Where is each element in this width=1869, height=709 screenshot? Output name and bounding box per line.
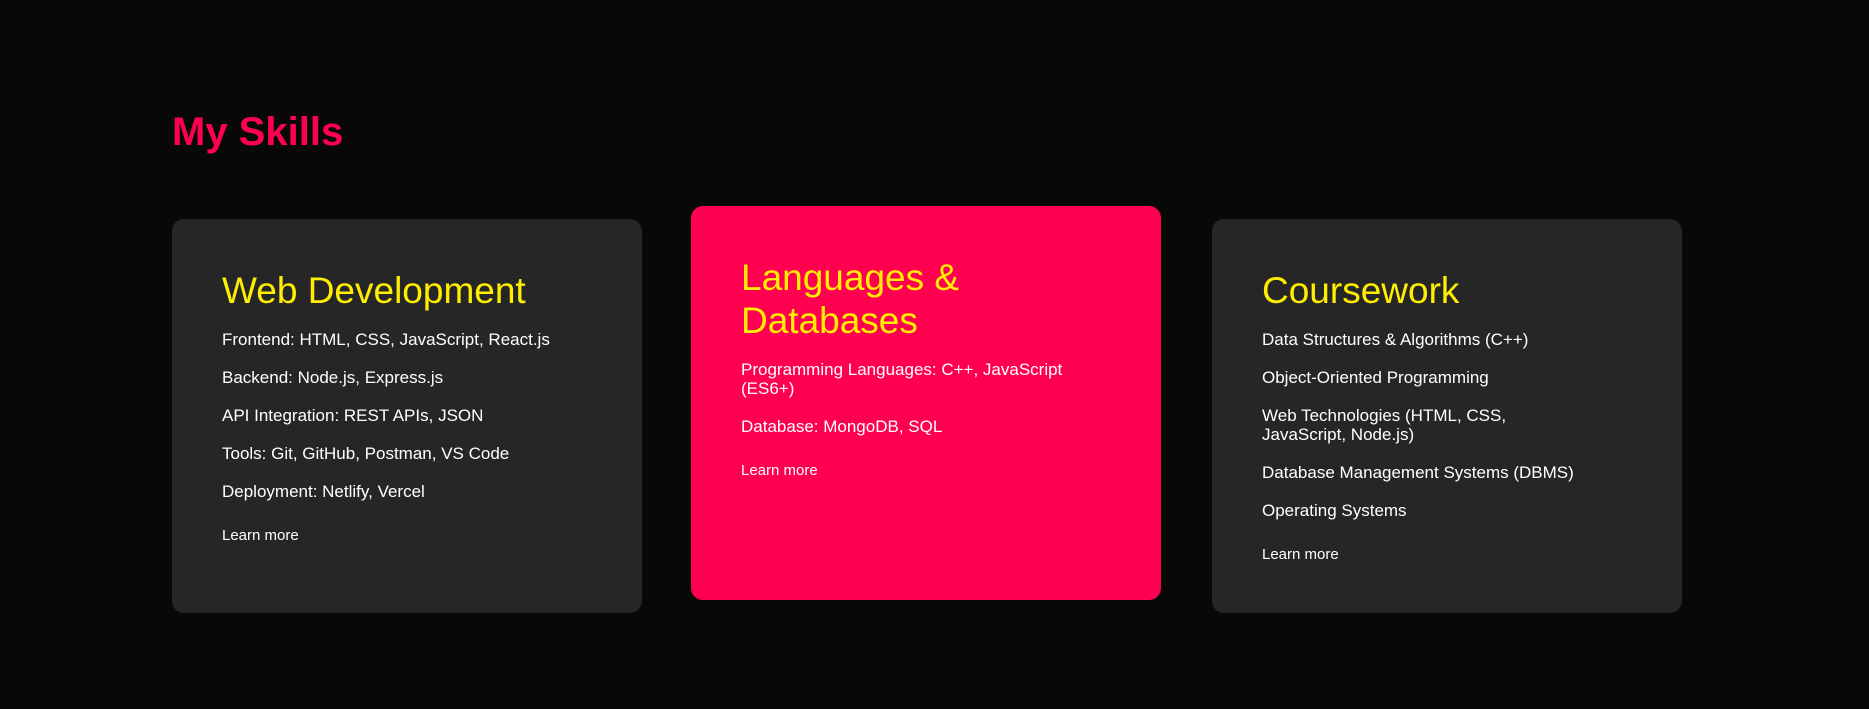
skill-item: Tools: Git, GitHub, Postman, VS Code — [222, 444, 510, 463]
card-title: Web Development — [222, 270, 526, 311]
learn-more-link[interactable]: Learn more — [1262, 546, 1339, 564]
skill-item: Database Management Systems (DBMS) — [1262, 463, 1574, 482]
skill-card-coursework: Coursework Data Structures & Algorithms … — [1212, 219, 1682, 613]
skill-item: API Integration: REST APIs, JSON — [222, 406, 484, 425]
learn-more-link[interactable]: Learn more — [222, 527, 299, 545]
skills-section: My Skills Web Development Frontend: HTML… — [0, 0, 1869, 709]
skill-card-web-development: Web Development Frontend: HTML, CSS, Jav… — [172, 219, 642, 613]
skill-item: Web Technologies (HTML, CSS, JavaScript,… — [1262, 406, 1507, 444]
skill-item: Frontend: HTML, CSS, JavaScript, React.j… — [222, 330, 550, 349]
skill-item: Operating Systems — [1262, 501, 1407, 520]
skill-list: Frontend: HTML, CSS, JavaScript, React.j… — [222, 330, 592, 501]
skill-card-languages-databases: Languages & Databases Programming Langua… — [691, 206, 1161, 600]
learn-more-link[interactable]: Learn more — [741, 462, 818, 480]
skill-item: Data Structures & Algorithms (C++) — [1262, 330, 1529, 349]
card-title: Languages & Databases — [741, 257, 960, 341]
skill-item: Deployment: Netlify, Vercel — [222, 482, 425, 501]
skill-list: Data Structures & Algorithms (C++) Objec… — [1262, 330, 1632, 520]
skill-item: Programming Languages: C++, JavaScript (… — [741, 360, 1063, 398]
skill-list: Programming Languages: C++, JavaScript (… — [741, 360, 1111, 436]
section-title: My Skills — [172, 110, 344, 154]
skill-item: Backend: Node.js, Express.js — [222, 368, 444, 387]
skill-item: Object-Oriented Programming — [1262, 368, 1489, 387]
card-title: Coursework — [1262, 270, 1460, 311]
skill-item: Database: MongoDB, SQL — [741, 417, 943, 436]
